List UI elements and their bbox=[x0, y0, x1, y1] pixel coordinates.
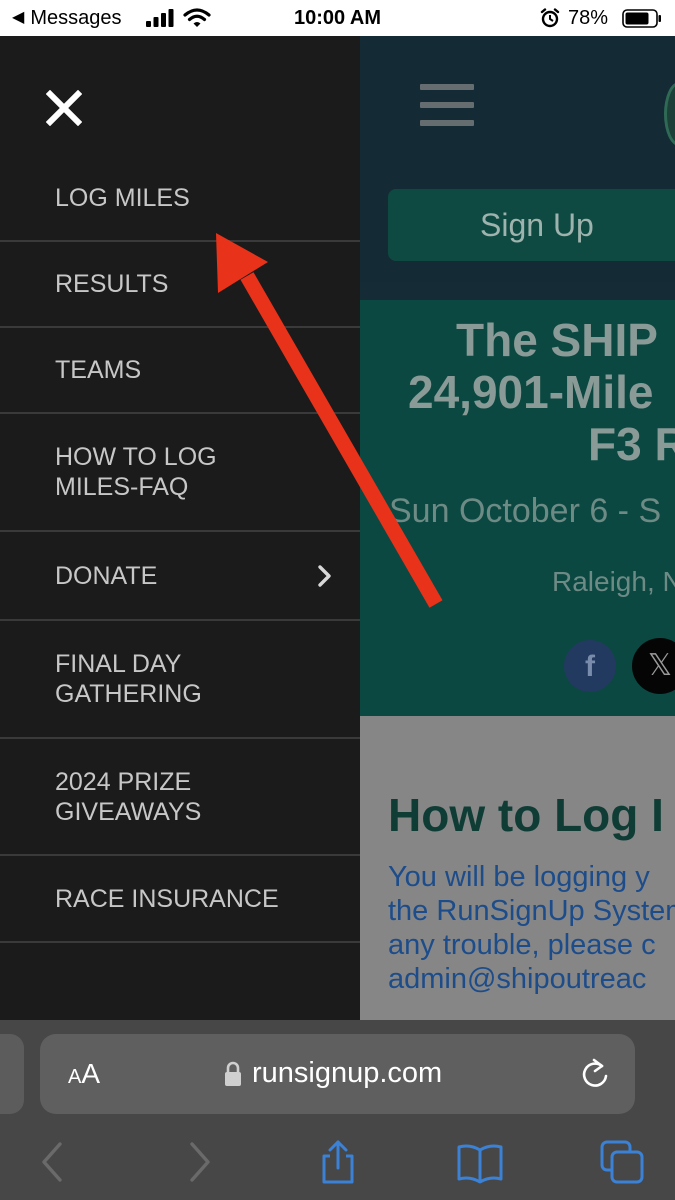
section-text: You will be logging y the RunSignUp Syst… bbox=[388, 860, 675, 996]
bookmarks-icon[interactable] bbox=[456, 1138, 504, 1186]
reader-options-button[interactable]: AA bbox=[68, 1056, 100, 1095]
section-text-line: the RunSignUp System bbox=[388, 895, 675, 927]
alarm-icon bbox=[540, 8, 560, 28]
menu-item-label: DONATE bbox=[55, 561, 158, 590]
section-text-line: any trouble, please c bbox=[388, 929, 656, 961]
event-title-line: F3 RA bbox=[588, 418, 675, 470]
event-hero: The SHIP 24,901-Mile F3 RA Sun October 6… bbox=[360, 300, 675, 716]
menu-list: LOG MILES RESULTS TEAMS HOW TO LOG MILES… bbox=[0, 156, 360, 943]
menu-item-donate[interactable]: DONATE bbox=[0, 532, 360, 621]
share-icon[interactable] bbox=[314, 1138, 362, 1186]
address-bar[interactable]: AA runsignup.com bbox=[40, 1034, 635, 1114]
menu-item-label: FINAL DAY GATHERING bbox=[55, 650, 202, 708]
close-icon[interactable] bbox=[46, 90, 82, 126]
menu-item-label: 2024 PRIZE GIVEAWAYS bbox=[55, 767, 202, 826]
menu-item-final-day-gathering[interactable]: FINAL DAY GATHERING bbox=[0, 621, 360, 739]
x-icon[interactable]: 𝕏 bbox=[632, 638, 675, 694]
menu-item-how-to-log-miles-faq[interactable]: HOW TO LOG MILES-FAQ bbox=[0, 414, 360, 532]
email-link[interactable]: admin@shipoutreac bbox=[388, 963, 646, 995]
side-menu: LOG MILES RESULTS TEAMS HOW TO LOG MILES… bbox=[0, 36, 360, 1020]
menu-item-results[interactable]: RESULTS bbox=[0, 242, 360, 328]
menu-item-label: RESULTS bbox=[55, 270, 169, 298]
content-section: How to Log I You will be logging y the R… bbox=[360, 716, 675, 1020]
aa-small: A bbox=[68, 1066, 82, 1088]
sign-up-button[interactable]: Sign Up bbox=[388, 189, 675, 261]
url-text: runsignup.com bbox=[252, 1057, 443, 1089]
forward-icon[interactable] bbox=[174, 1138, 222, 1186]
menu-item-label: LOG MILES bbox=[55, 184, 190, 212]
menu-item-label: HOW TO LOG MILES-FAQ bbox=[55, 443, 217, 501]
menu-item-2024-prize-giveaways[interactable]: 2024 PRIZE GIVEAWAYS bbox=[0, 739, 360, 856]
status-bar: ◀ Messages 10:00 AM 78% bbox=[0, 0, 675, 36]
event-title-line: The SHIP bbox=[456, 314, 658, 366]
battery-icon bbox=[622, 9, 661, 28]
menu-item-teams[interactable]: TEAMS bbox=[0, 328, 360, 414]
event-title-line: 24,901-Mile bbox=[408, 366, 654, 418]
menu-item-label: RACE INSURANCE bbox=[55, 884, 279, 913]
previous-tab-edge[interactable] bbox=[0, 1034, 24, 1114]
lock-icon bbox=[225, 1061, 241, 1086]
event-date: Sun October 6 - S bbox=[389, 492, 662, 530]
menu-item-race-insurance[interactable]: RACE INSURANCE bbox=[0, 856, 360, 943]
hamburger-icon[interactable] bbox=[420, 84, 474, 126]
menu-item-log-miles[interactable]: LOG MILES bbox=[0, 156, 360, 242]
browser-bottom-bar: AA runsignup.com bbox=[0, 1020, 675, 1200]
aa-large: A bbox=[81, 1058, 101, 1089]
chevron-right-icon[interactable] bbox=[312, 564, 336, 588]
event-location: Raleigh, N bbox=[552, 566, 675, 597]
site-logo[interactable] bbox=[664, 82, 675, 146]
facebook-icon[interactable]: f bbox=[564, 640, 616, 692]
menu-item-label: TEAMS bbox=[55, 356, 142, 384]
reload-icon[interactable] bbox=[580, 1056, 610, 1090]
back-icon[interactable] bbox=[30, 1138, 78, 1186]
section-text-line: You will be logging y bbox=[388, 861, 650, 893]
section-title: How to Log I bbox=[388, 789, 664, 841]
battery-percent: 78% bbox=[568, 7, 609, 29]
tabs-icon[interactable] bbox=[598, 1138, 646, 1186]
